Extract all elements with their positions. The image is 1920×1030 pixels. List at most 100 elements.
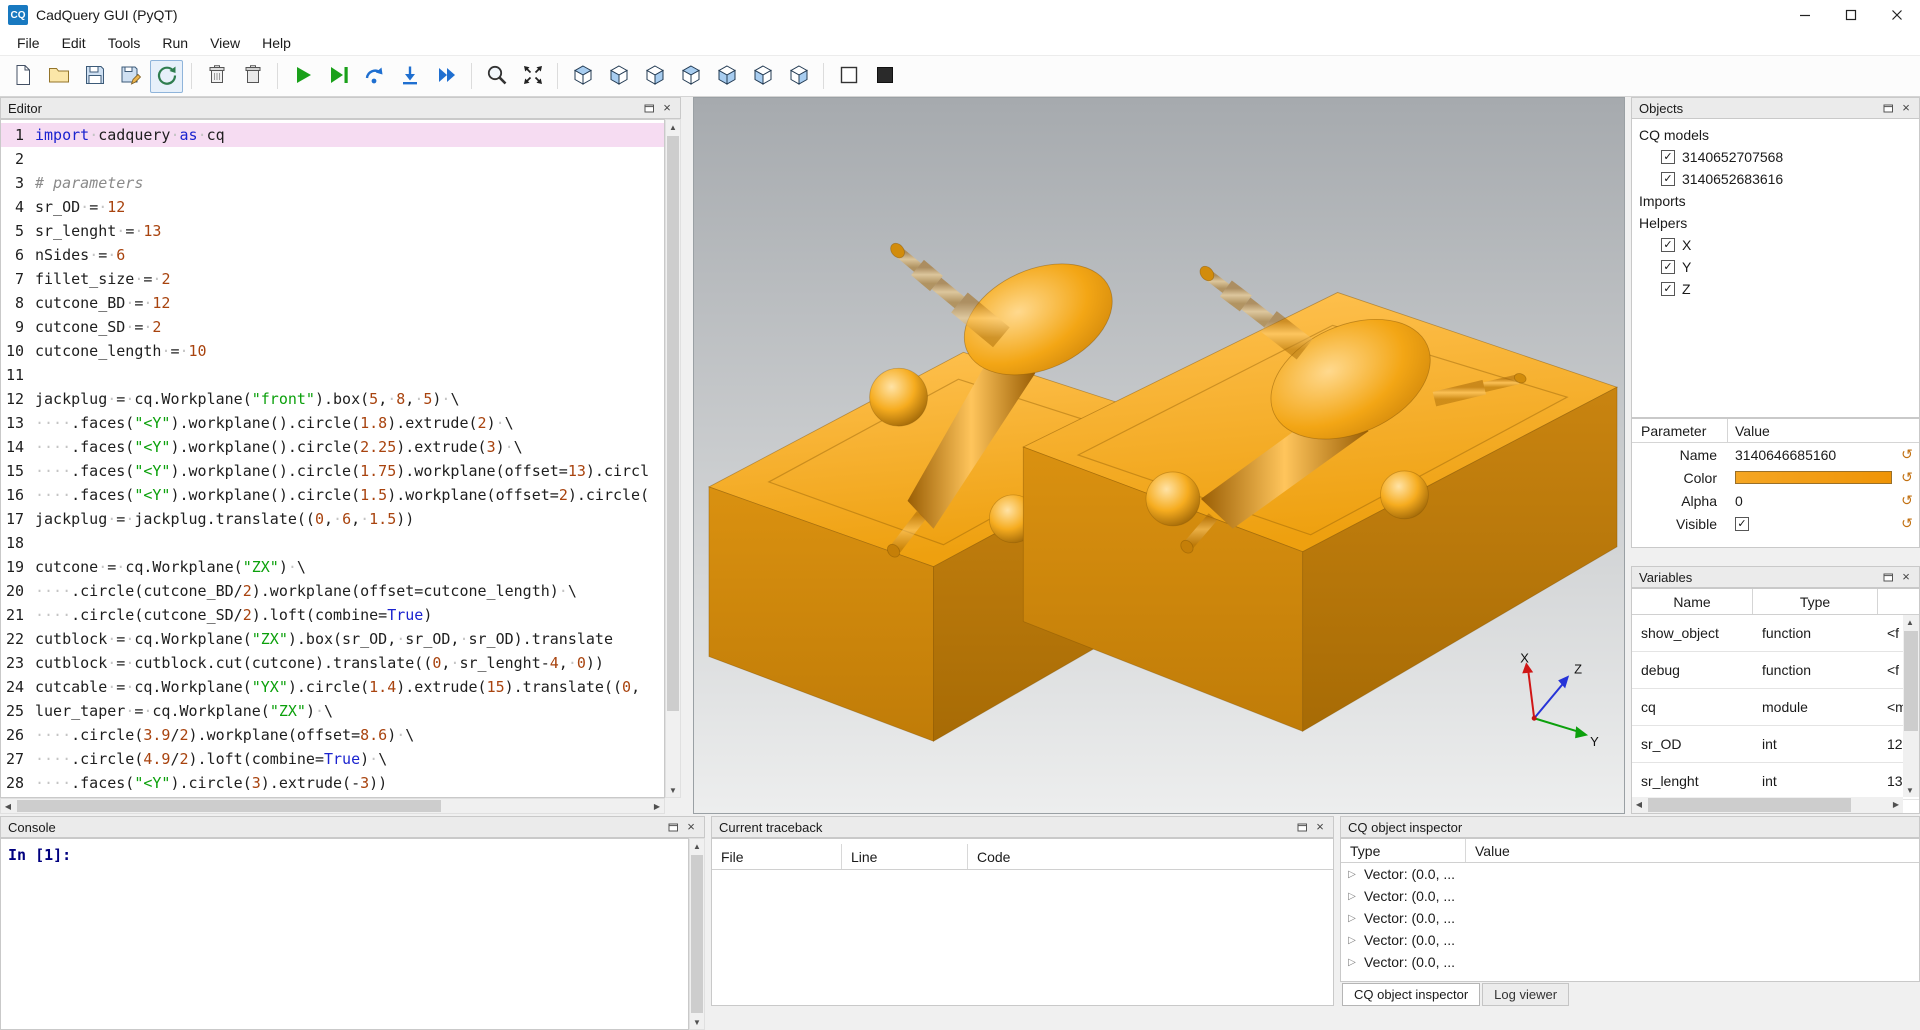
menu-help[interactable]: Help — [251, 32, 302, 54]
reset-icon[interactable]: ↺ — [1895, 469, 1919, 486]
tree-item[interactable]: ✓Z — [1632, 278, 1919, 300]
objects-close-icon[interactable]: × — [1897, 100, 1915, 116]
console-area[interactable]: In [1]: — [0, 838, 689, 1030]
save-button[interactable] — [78, 60, 111, 93]
inspector-row[interactable]: ▷Vector: (0.0, ... — [1341, 929, 1919, 951]
code-line[interactable]: 1import·cadquery·as·cq — [1, 123, 664, 147]
expand-arrow-icon[interactable]: ▷ — [1346, 869, 1358, 880]
minimize-button[interactable] — [1782, 0, 1828, 30]
traceback-close-icon[interactable]: × — [1311, 819, 1329, 835]
variable-row[interactable]: cqmodule<m — [1632, 689, 1919, 726]
tree-root-imports[interactable]: Imports — [1632, 190, 1919, 212]
code-line[interactable]: 11 — [1, 363, 664, 387]
property-value[interactable] — [1728, 471, 1895, 484]
code-line[interactable]: 18 — [1, 531, 664, 555]
delete-model-button[interactable] — [236, 60, 269, 93]
code-line[interactable]: 27····.circle(4.9/2).loft(combine=True)·… — [1, 747, 664, 771]
step-over-button[interactable] — [358, 60, 391, 93]
reset-icon[interactable]: ↺ — [1895, 515, 1919, 532]
variables-float-icon[interactable] — [1879, 569, 1897, 585]
save-as-button[interactable] — [114, 60, 147, 93]
view-front-button[interactable] — [602, 60, 635, 93]
console-vscroll-thumb[interactable] — [691, 855, 703, 1013]
tab-log-viewer[interactable]: Log viewer — [1482, 983, 1569, 1006]
property-value[interactable]: 3140646685160 — [1728, 447, 1895, 463]
scroll-left-icon[interactable]: ◀ — [1632, 797, 1646, 811]
editor-vscrollbar[interactable]: ▲ ▼ — [665, 119, 681, 798]
code-line[interactable]: 16····.faces("<Y").workplane().circle(1.… — [1, 483, 664, 507]
traceback-col-file[interactable]: File — [712, 844, 842, 869]
code-line[interactable]: 4sr_OD·=·12 — [1, 195, 664, 219]
editor-vscroll-thumb[interactable] — [667, 136, 679, 711]
variables-col-type[interactable]: Type — [1753, 589, 1878, 614]
checkbox-icon[interactable]: ✓ — [1661, 172, 1675, 186]
code-line[interactable]: 9cutcone_SD·=·2 — [1, 315, 664, 339]
checkbox-icon[interactable]: ✓ — [1661, 238, 1675, 252]
view-left-button[interactable] — [746, 60, 779, 93]
traceback-col-code[interactable]: Code — [968, 844, 1333, 869]
editor-hscrollbar[interactable]: ◀ ▶ — [0, 798, 665, 814]
viewport-3d[interactable]: X Z Y — [693, 97, 1625, 814]
scroll-up-icon[interactable]: ▲ — [1903, 615, 1917, 629]
code-editor[interactable]: 1import·cadquery·as·cq23# parameters4sr_… — [0, 119, 665, 798]
checkbox-icon[interactable]: ✓ — [1735, 517, 1749, 531]
clear-console-button[interactable] — [200, 60, 233, 93]
editor-float-icon[interactable] — [640, 100, 658, 116]
code-line[interactable]: 2 — [1, 147, 664, 171]
property-value[interactable]: 0 — [1728, 493, 1895, 509]
tree-root-cq-models[interactable]: CQ models — [1632, 124, 1919, 146]
wireframe-button[interactable] — [832, 60, 865, 93]
reset-icon[interactable]: ↺ — [1895, 446, 1919, 463]
code-line[interactable]: 26····.circle(3.9/2).workplane(offset=8.… — [1, 723, 664, 747]
tab-cq-object-inspector[interactable]: CQ object inspector — [1342, 983, 1480, 1006]
variable-row[interactable]: show_objectfunction<f — [1632, 615, 1919, 652]
code-line[interactable]: 6nSides·=·6 — [1, 243, 664, 267]
console-float-icon[interactable] — [664, 819, 682, 835]
objects-float-icon[interactable] — [1879, 100, 1897, 116]
reset-icon[interactable]: ↺ — [1895, 492, 1919, 509]
code-line[interactable]: 17jackplug·=·jackplug.translate((0,·6,·1… — [1, 507, 664, 531]
variables-col-name[interactable]: Name — [1632, 589, 1753, 614]
tree-item[interactable]: ✓3140652707568 — [1632, 146, 1919, 168]
scroll-down-icon[interactable]: ▼ — [1903, 783, 1917, 797]
new-file-button[interactable] — [6, 60, 39, 93]
inspector-row[interactable]: ▷Vector: (0.0, ... — [1341, 863, 1919, 885]
properties-col-value[interactable]: Value — [1728, 423, 1919, 439]
properties-col-parameter[interactable]: Parameter — [1632, 419, 1728, 442]
menu-file[interactable]: File — [6, 32, 51, 54]
shaded-button[interactable] — [868, 60, 901, 93]
variable-row[interactable]: debugfunction<f — [1632, 652, 1919, 689]
inspector-col-value[interactable]: Value — [1466, 839, 1919, 862]
tree-item[interactable]: ✓3140652683616 — [1632, 168, 1919, 190]
close-button[interactable] — [1874, 0, 1920, 30]
tree-item[interactable]: ✓Y — [1632, 256, 1919, 278]
variables-vscrollbar[interactable]: ▲ ▼ — [1903, 615, 1919, 797]
checkbox-icon[interactable]: ✓ — [1661, 150, 1675, 164]
variable-row[interactable]: sr_ODint12 — [1632, 726, 1919, 763]
step-into-button[interactable] — [394, 60, 427, 93]
code-line[interactable]: 5sr_lenght·=·13 — [1, 219, 664, 243]
code-line[interactable]: 23cutblock·=·cutblock.cut(cutcone).trans… — [1, 651, 664, 675]
fit-all-button[interactable] — [516, 60, 549, 93]
open-file-button[interactable] — [42, 60, 75, 93]
color-swatch[interactable] — [1735, 471, 1892, 484]
maximize-button[interactable] — [1828, 0, 1874, 30]
variables-vscroll-thumb[interactable] — [1904, 631, 1918, 731]
checkbox-icon[interactable]: ✓ — [1661, 260, 1675, 274]
variables-hscroll-thumb[interactable] — [1648, 798, 1851, 812]
code-line[interactable]: 22cutblock·=·cq.Workplane("ZX").box(sr_O… — [1, 627, 664, 651]
variable-row[interactable]: sr_lenghtint13 — [1632, 763, 1919, 800]
view-back-button[interactable] — [638, 60, 671, 93]
expand-arrow-icon[interactable]: ▷ — [1346, 913, 1358, 924]
reload-button[interactable] — [150, 60, 183, 93]
console-close-icon[interactable]: × — [682, 819, 700, 835]
expand-arrow-icon[interactable]: ▷ — [1346, 957, 1358, 968]
traceback-col-line[interactable]: Line — [842, 844, 968, 869]
menu-tools[interactable]: Tools — [97, 32, 152, 54]
code-line[interactable]: 14····.faces("<Y").workplane().circle(2.… — [1, 435, 664, 459]
tree-item[interactable]: ✓X — [1632, 234, 1919, 256]
expand-arrow-icon[interactable]: ▷ — [1346, 891, 1358, 902]
variables-hscrollbar[interactable]: ◀ ▶ — [1632, 797, 1903, 813]
scroll-left-icon[interactable]: ◀ — [1, 799, 15, 813]
expand-arrow-icon[interactable]: ▷ — [1346, 935, 1358, 946]
